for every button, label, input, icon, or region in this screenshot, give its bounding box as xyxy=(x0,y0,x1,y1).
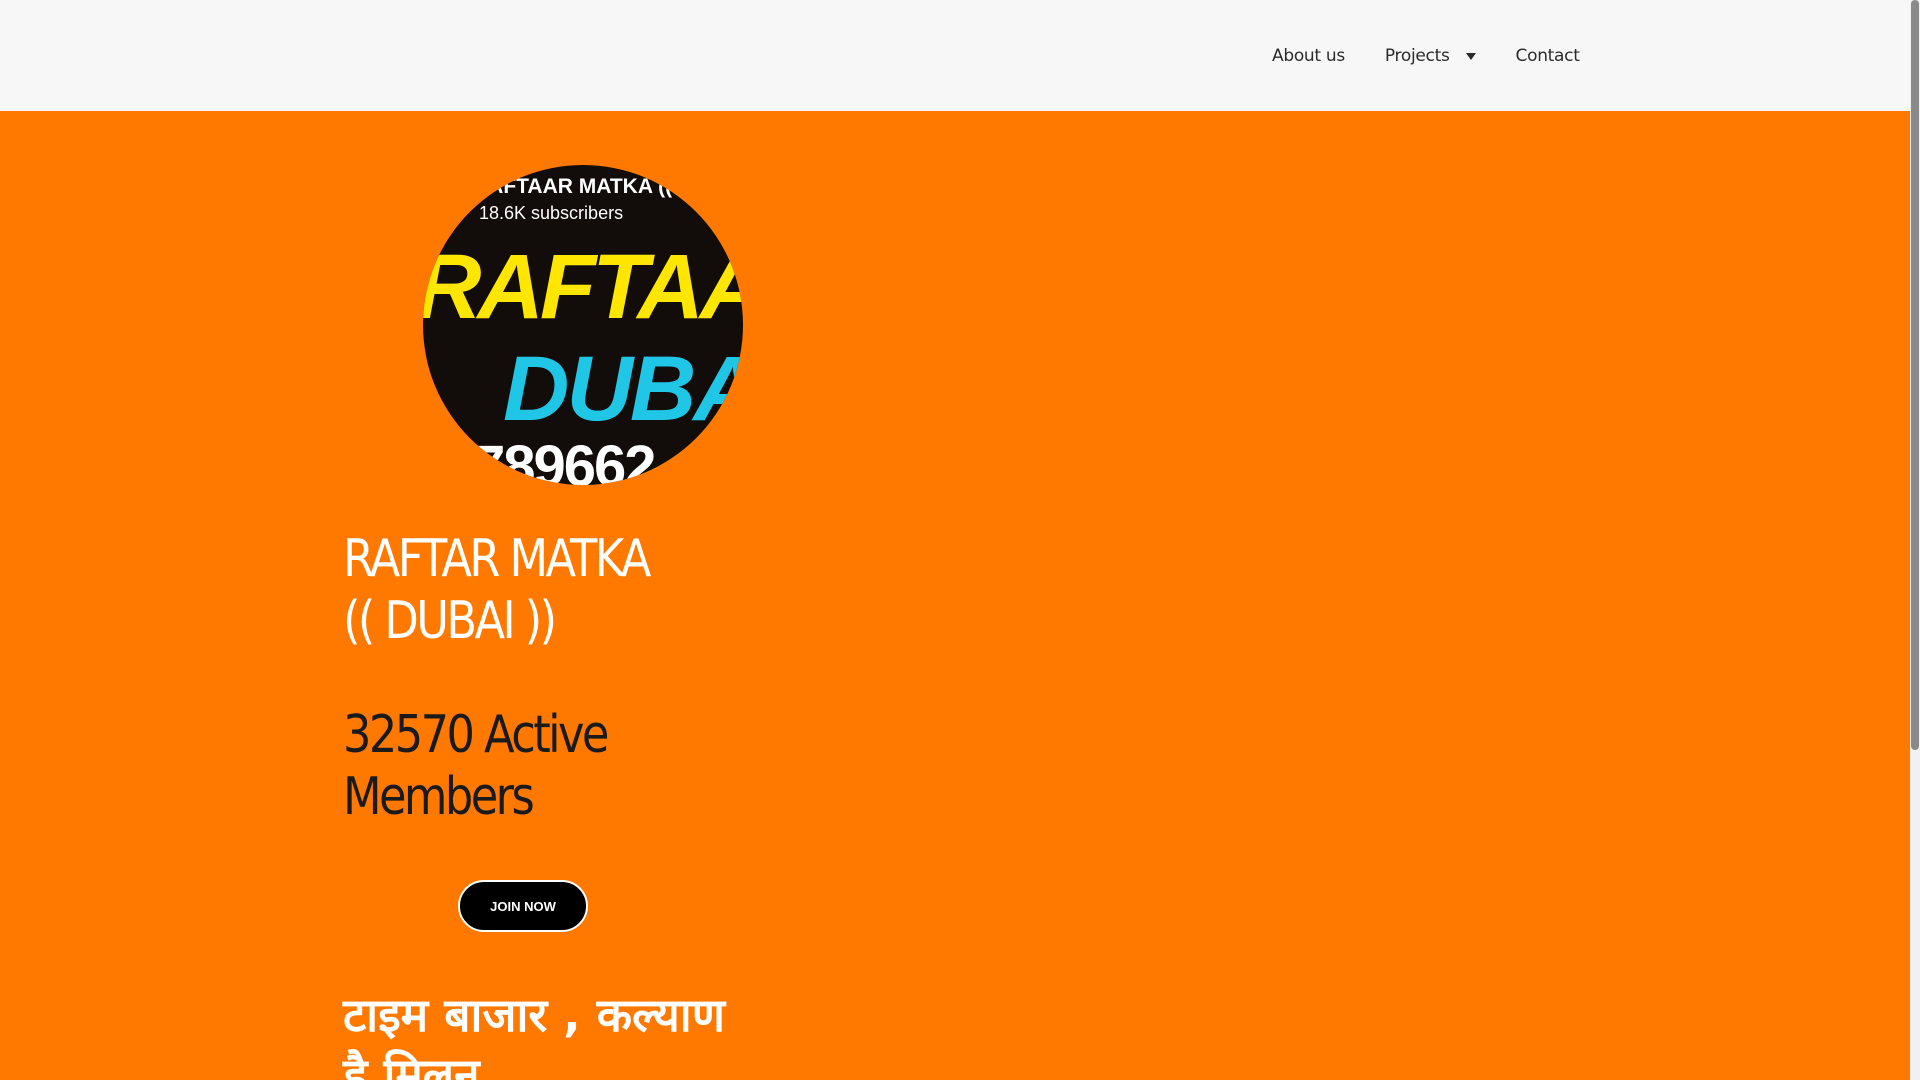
nav-about-link[interactable]: About us xyxy=(1272,46,1345,66)
main-nav: About us Projects Contact xyxy=(1250,0,1620,111)
active-members-count: 32570 Active Members xyxy=(343,705,609,827)
nav-projects-dropdown[interactable]: Projects xyxy=(1385,46,1476,66)
avatar-digits: 789662 xyxy=(473,434,657,485)
site-header: About us Projects Contact xyxy=(0,0,1910,111)
markets-heading: टाइम बाजार , कल्याण है मिलन xyxy=(343,988,725,1080)
page-scrollbar[interactable] xyxy=(1910,0,1920,1080)
avatar-word-dubai: DUBAI xyxy=(503,338,743,440)
nav-contact-link[interactable]: Contact xyxy=(1516,46,1580,66)
nav-about-label: About us xyxy=(1272,45,1345,66)
page: About us Projects Contact RAFTAAR MATKA … xyxy=(0,0,1920,1080)
join-now-button[interactable]: JOIN NOW xyxy=(458,880,588,932)
join-now-label: JOIN NOW xyxy=(490,898,556,914)
page-title: RAFTAR MATKA (( DUBAI )) xyxy=(343,529,651,651)
avatar-channel-name: RAFTAAR MATKA (( xyxy=(473,175,673,198)
avatar-subscribers: 18.6K subscribers xyxy=(479,203,624,223)
hero-section xyxy=(0,111,1910,1080)
nav-contact-label: Contact xyxy=(1515,45,1580,66)
scrollbar-thumb[interactable] xyxy=(1911,0,1919,750)
nav-projects-label: Projects xyxy=(1384,45,1450,66)
caret-down-icon xyxy=(1465,52,1476,60)
avatar-word-raftaar: RAFTAAR xyxy=(423,236,743,338)
channel-avatar-image: RAFTAAR MATKA (( 18.6K subscribers RAFTA… xyxy=(423,165,743,485)
